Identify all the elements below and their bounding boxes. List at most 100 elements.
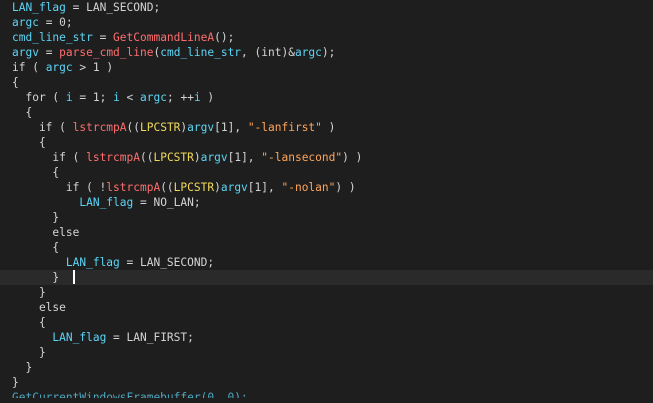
code-text-token: { [12,76,19,89]
code-line[interactable]: if ( lstrcmpA((LPCSTR) argv[1], "-lanfirs… [0,120,653,135]
identifier-token: i [65,91,73,104]
code-line[interactable]: } [0,210,653,225]
code-text-token: ) [193,151,201,164]
code-line[interactable]: cmd_line_str = GetCommandLineA(); [0,30,653,45]
function-call-token: lstrcmpA [106,181,161,194]
identifier-token: argv [220,181,248,194]
string-literal-token: "-lanfirst" [247,121,322,134]
code-text-token: if ( [12,151,87,164]
code-text-token: ); [321,46,336,59]
type-cast-token: LPCSTR [140,121,181,134]
function-call-token: GetCommandLineA [113,31,215,44]
code-line[interactable]: else [0,300,653,315]
code-text-token: = LAN_SECOND; [65,1,161,14]
code-text-token: [1], [227,151,262,164]
code-text-token: { [12,136,46,149]
code-line[interactable]: if ( lstrcmpA((LPCSTR)argv[1], "-lanseco… [0,150,653,165]
code-text-token: } [12,286,46,299]
identifier-token: argv [12,46,39,59]
code-line[interactable]: { [0,315,653,330]
function-call-token: lstrcmpA [86,151,140,164]
function-call-token: lstrcmpA [72,121,127,134]
code-text-token: if ( [12,121,73,134]
code-line[interactable]: else [0,225,653,240]
code-line[interactable]: argc = 0; [0,15,653,30]
text-cursor [72,270,75,284]
code-text-token: GetCurrentWindowsFramebuffer(0, 0); [12,391,248,398]
string-literal-token: "-nolan" [281,181,336,194]
code-line[interactable]: LAN_flag = LAN_FIRST; [0,330,653,345]
code-text-token: { [12,241,60,254]
function-call-token: parse_cmd_line [59,46,154,59]
code-line[interactable]: LAN_flag = LAN_SECOND; [0,0,653,15]
code-text-token: { [12,166,60,179]
code-text-token: } [12,346,46,359]
type-cast-token: LPCSTR [173,181,215,194]
identifier-token: argv [187,121,215,134]
code-text-token: ; ++ [166,91,194,104]
code-text-token: < [119,91,141,104]
code-text-token: } [12,211,60,224]
code-line[interactable]: for ( i = 1; i < argc; ++i ) [0,90,653,105]
code-text-token: = NO_LAN; [133,196,201,209]
identifier-token: argc [294,46,322,59]
code-line[interactable]: } [0,345,653,360]
code-text-token: = [92,31,114,44]
code-line[interactable]: { [0,105,653,120]
identifier-token: LAN_flag [52,331,107,344]
code-text-token: > 1 ) [72,61,114,74]
code-text-token: (( [139,151,154,164]
identifier-token: argc [140,91,167,104]
code-text-token: { [12,106,33,119]
code-text-token: if ( [12,61,46,74]
code-text-token: = LAN_FIRST; [106,331,194,344]
code-text-token: ) ) [335,181,356,194]
code-line[interactable]: } [0,360,653,375]
code-text-token: ) [214,181,221,194]
code-line[interactable]: GetCurrentWindowsFramebuffer(0, 0); [0,390,653,398]
code-text-token: ) [200,91,215,104]
code-text-token: (); [214,31,235,44]
code-text-token: for ( [12,91,66,104]
identifier-token: cmd_line_str [160,46,242,59]
string-literal-token: "-lansecond" [261,151,343,164]
code-line[interactable]: { [0,165,653,180]
code-line[interactable]: LAN_flag = NO_LAN; [0,195,653,210]
type-cast-token: LPCSTR [153,151,194,164]
code-line[interactable]: argv = parse_cmd_line(cmd_line_str, (int… [0,45,653,60]
identifier-token: LAN_flag [79,196,134,209]
code-line[interactable]: LAN_flag = LAN_SECOND; [0,255,653,270]
identifier-token: argc [12,16,39,29]
code-line[interactable]: { [0,240,653,255]
code-line[interactable]: } [0,285,653,300]
identifier-token: argv [200,151,228,164]
code-text-token: else [12,226,80,239]
code-text-token: } [12,361,33,374]
code-text-token: else [12,301,66,314]
code-text-token: (( [126,121,140,134]
identifier-token: i [193,91,201,104]
code-text-token: = 0; [38,16,73,29]
code-text-token: if ( ! [12,181,107,194]
code-text-token: = LAN_SECOND; [119,256,215,269]
code-line[interactable]: if ( argc > 1 ) [0,60,653,75]
code-text-token: ) ) [342,151,363,164]
identifier-token: argc [45,61,73,74]
code-text-token: } [12,271,73,284]
identifier-token: LAN_flag [12,1,66,14]
code-line[interactable]: } [0,375,653,390]
code-text-token: } [12,376,19,389]
code-line[interactable]: if ( !lstrcmpA((LPCSTR)argv[1], "-nolan"… [0,180,653,195]
code-text-token: (( [160,181,174,194]
code-text-token: { [12,316,46,329]
code-line[interactable]: { [0,135,653,150]
code-line[interactable]: { [0,75,653,90]
code-text-token: [1], [247,181,282,194]
code-text-token: [1], [214,121,248,134]
code-line[interactable]: } [0,270,653,285]
code-editor[interactable]: LAN_flag = LAN_SECOND; argc = 0; cmd_line_… [0,0,653,403]
code-text-token: ) [321,121,336,134]
